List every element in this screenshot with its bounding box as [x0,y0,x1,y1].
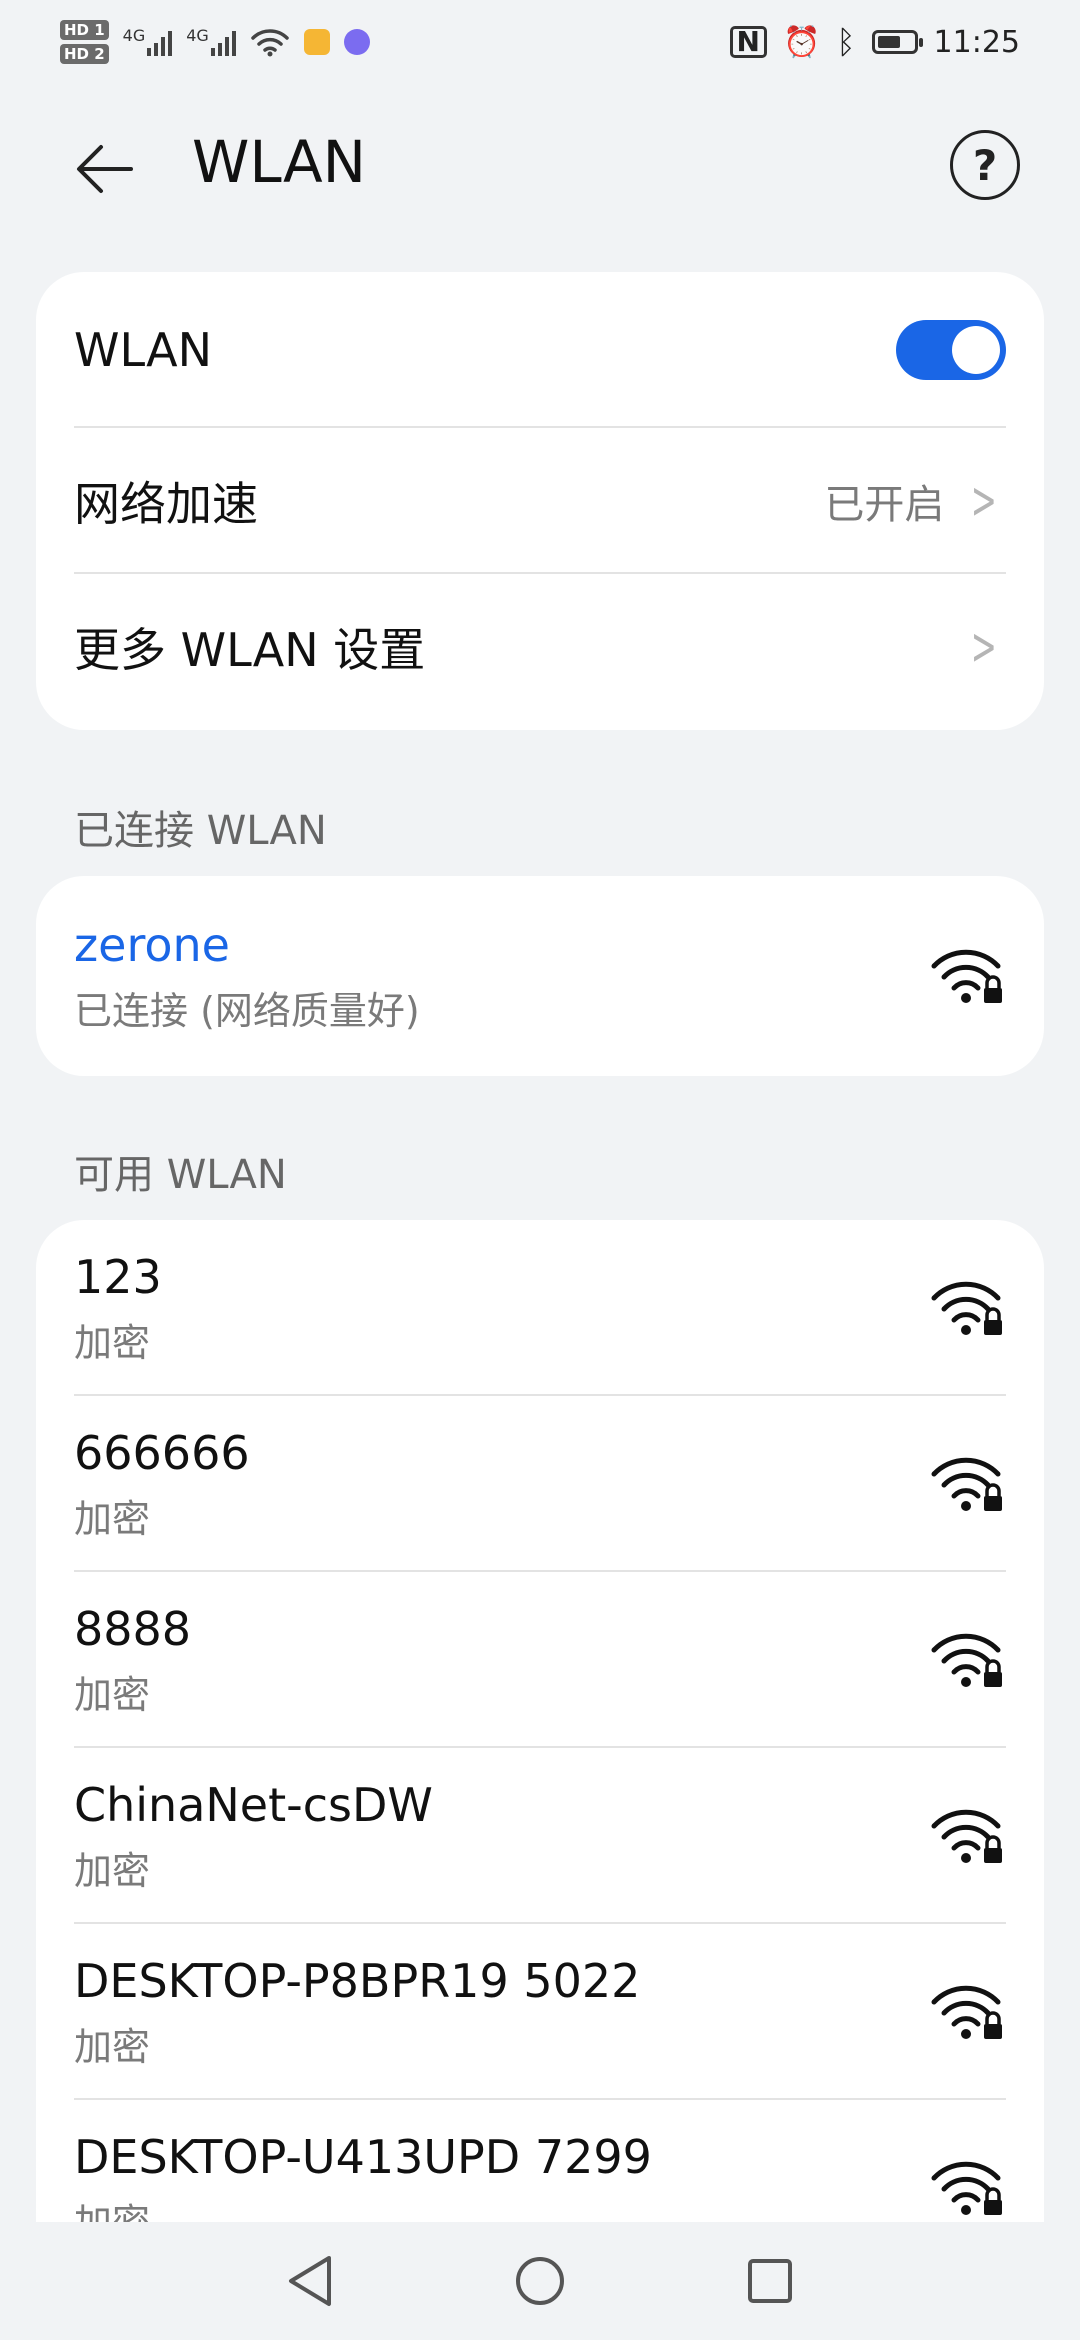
status-bar: HD 1 HD 2 4G 4G N ⏰ ᛒ 11:25 [0,0,1080,84]
network-list-item[interactable]: 666666 加密 [36,1396,1044,1572]
hd-indicators: HD 1 HD 2 [60,20,109,64]
network-acceleration-label: 网络加速 [74,477,258,531]
back-button[interactable] [70,134,140,204]
wifi-lock-icon [931,1457,1002,1511]
network-text: 8888 加密 [74,1602,191,1719]
wifi-lock-icon [931,949,1002,1003]
network-list-item[interactable]: DESKTOP-P8BPR19 5022 加密 [36,1924,1044,2100]
connected-status: 已连接 (网络质量好) [74,988,420,1033]
back-arrow-icon [77,145,133,193]
network-text: DESKTOP-P8BPR19 5022 加密 [74,1954,640,2071]
network-type-2: 4G [186,26,209,45]
network-text: ChinaNet-csDW 加密 [74,1778,433,1895]
network-acceleration-row[interactable]: 网络加速 已开启 > [36,428,1044,574]
network-security: 加密 [74,2024,151,2069]
nav-home-button[interactable] [510,2251,570,2311]
connected-ssid: zerone [74,917,230,972]
signal-1-icon: 4G [122,26,173,56]
connected-network-text: zerone 已连接 (网络质量好) [74,918,420,1035]
network-list-item[interactable]: ChinaNet-csDW 加密 [36,1748,1044,1924]
wlan-toggle-row[interactable]: WLAN [36,272,1044,428]
wifi-lock-icon [931,1633,1002,1687]
status-right: N ⏰ ᛒ 11:25 [729,23,1020,61]
chevron-right-icon: > [971,471,998,531]
network-ssid: 666666 [74,1425,250,1480]
page-title: WLAN [192,128,367,196]
wlan-toggle-switch[interactable] [896,320,1006,380]
nav-recents-icon [748,2259,792,2303]
acceleration-value: 已开启 [824,482,945,528]
available-card: 123 加密 666666 加密 8888 加密 ChinaNet-csDW 加密 DESKTO… [36,1220,1044,2280]
help-button[interactable]: ? [950,130,1020,200]
signal-2-icon: 4G [186,26,236,56]
battery-icon [871,30,923,54]
nav-back-button[interactable] [280,2251,340,2311]
more-wlan-settings-row[interactable]: 更多 WLAN 设置 > [36,574,1044,720]
nav-recents-button[interactable] [740,2251,800,2311]
network-ssid: DESKTOP-U413UPD 7299 [74,2129,652,2184]
music-notification-icon [343,29,370,55]
available-section-title: 可用 WLAN [74,1152,287,1198]
wifi-lock-icon [931,1281,1002,1335]
wifi-lock-icon [931,2161,1002,2215]
network-text: 666666 加密 [74,1426,250,1543]
network-security: 加密 [74,1672,151,1717]
clock: 11:25 [933,24,1020,60]
connected-section-title: 已连接 WLAN [74,808,327,854]
settings-card: WLAN 网络加速 已开启 > 更多 WLAN 设置 > [36,272,1044,730]
acceleration-status: 已开启 > [824,472,1006,530]
nav-back-icon [289,2256,331,2306]
wifi-lock-icon [931,1809,1002,1863]
network-ssid: 8888 [74,1601,192,1656]
wifi-status-icon [251,29,289,57]
network-text: 123 加密 [74,1250,162,1367]
network-security: 加密 [74,1320,151,1365]
network-ssid: 123 [74,1249,162,1304]
hd2-badge: HD 2 [60,44,109,64]
network-list-item[interactable]: 8888 加密 [36,1572,1044,1748]
hd1-badge: HD 1 [60,20,109,40]
system-nav-bar [0,2222,1080,2340]
app-notification-icon [303,29,330,55]
bluetooth-icon: ᛒ [836,23,856,61]
network-list-item[interactable]: 123 加密 [36,1220,1044,1396]
nav-home-icon [516,2257,564,2305]
wlan-toggle-label: WLAN [74,323,213,377]
status-left: HD 1 HD 2 4G 4G [60,20,370,64]
wifi-lock-icon [931,1985,1002,2039]
network-ssid: DESKTOP-P8BPR19 5022 [74,1953,641,2008]
network-security: 加密 [74,1848,151,1893]
connected-network-row[interactable]: zerone 已连接 (网络质量好) [36,876,1044,1076]
toggle-knob [952,326,1000,374]
alarm-icon: ⏰ [782,24,821,60]
more-wlan-settings-label: 更多 WLAN 设置 [74,623,426,677]
nfc-icon: N [729,26,767,58]
app-header: WLAN ? [0,110,1080,220]
chevron-right-icon: > [971,617,998,677]
network-ssid: ChinaNet-csDW [74,1777,433,1832]
network-type-1: 4G [122,26,146,45]
help-icon: ? [972,140,998,190]
connected-card: zerone 已连接 (网络质量好) [36,876,1044,1076]
network-security: 加密 [74,1496,151,1541]
